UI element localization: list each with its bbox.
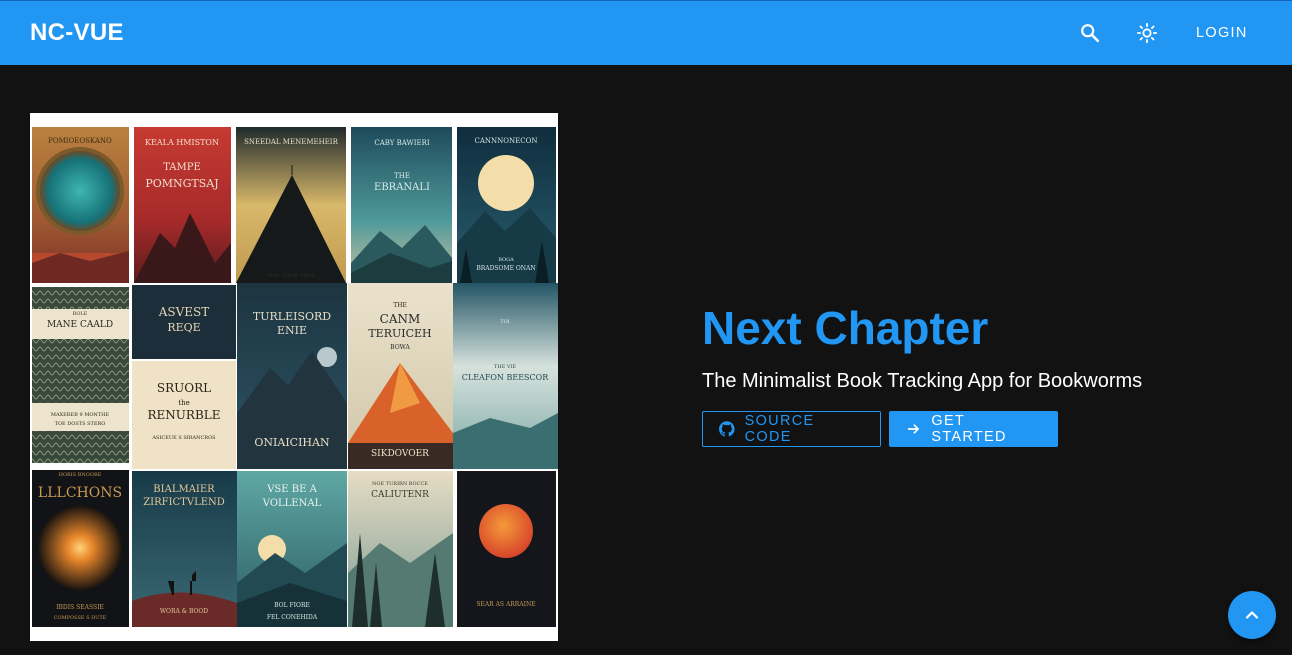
login-button[interactable]: LOGIN xyxy=(1184,17,1260,49)
book-cover-10: TOI THE VIE CLEAFON BEESCOR xyxy=(453,283,558,469)
book-cover-3: SNEEDAL MENEMEHEIR FOO. VIJOR. PREE xyxy=(236,127,346,283)
cover-9-title3: BOWA xyxy=(390,344,410,351)
book-cover-7: ASVEST REQE SRUORL the RENURBLE ASICEUE … xyxy=(132,285,236,469)
github-icon xyxy=(719,421,735,437)
hero-subtitle: The Minimalist Book Tracking App for Boo… xyxy=(702,370,1143,392)
cover-6-top: ROLE xyxy=(73,311,88,317)
cover-7-title2: REQE xyxy=(167,321,200,334)
cover-12-bottom: WORA & BOOD xyxy=(160,608,208,615)
cover-14-top: NOE TURIRN BOCCE xyxy=(372,481,428,487)
cover-13-bottom1: BOL FIORE xyxy=(274,602,310,609)
cover-11-bottom1: IBDIS SEASSIE xyxy=(56,604,104,611)
cover-10-title2: CLEAFON BEESCOR xyxy=(462,373,549,382)
cover-4-bottom: ALERBE PUTER LIOM xyxy=(372,269,431,275)
cover-1-top: POMIOEOSKANO xyxy=(48,137,112,145)
cover-3-top: SNEEDAL MENEMEHEIR xyxy=(244,138,338,146)
hero-section: Next Chapter The Minimalist Book Trackin… xyxy=(702,300,1142,447)
cover-13-title1: VSE BE A xyxy=(266,484,317,495)
book-covers-collage: POMIOEOSKANO KEALA HMISTON TAMPE POMNGTS… xyxy=(30,113,558,641)
cover-4-top: CABY BAWIERI xyxy=(374,139,430,147)
book-cover-15: SEAR AS ARRAINE xyxy=(457,471,556,627)
cover-7-title5: RENURBLE xyxy=(148,408,221,422)
cover-7-bottom: ASICEUE S SIRANCROS xyxy=(151,435,216,441)
book-covers-image: POMIOEOSKANO KEALA HMISTON TAMPE POMNGTS… xyxy=(32,127,558,627)
cover-7-title4: the xyxy=(178,399,189,407)
cover-6-title1: MANE CAALD xyxy=(47,320,113,330)
source-code-label: SOURCE CODE xyxy=(744,413,815,445)
get-started-button[interactable]: GET STARTED xyxy=(889,411,1058,447)
cover-12-title1: BIALMAIER xyxy=(153,484,215,495)
cover-11-top: HOBIS BNOORE xyxy=(59,472,102,478)
cover-11-bottom2: COMPOSSE S DUTE xyxy=(54,615,107,621)
book-cover-5: CANNNONECON BOGA BRADSOME ONAN xyxy=(457,127,556,283)
search-button[interactable] xyxy=(1074,17,1106,49)
cover-2-title2: POMNGTSAJ xyxy=(145,177,218,190)
cover-6-bottom1: MAXEREB 9 MONTHE xyxy=(51,412,110,418)
cover-4-title2: EBRANALI xyxy=(374,182,430,193)
cover-7-title1: ASVEST xyxy=(158,305,210,319)
scroll-to-top-button[interactable] xyxy=(1228,591,1276,639)
cover-3-bottom: FOO. VIJOR. PREE xyxy=(267,273,315,279)
cover-9-title2: TERUICEH xyxy=(368,327,431,340)
cover-10-title1: THE VIE xyxy=(494,364,517,370)
app-bar: NC-VUE LOGIN xyxy=(0,0,1292,65)
cover-15-bottom: SEAR AS ARRAINE xyxy=(476,601,535,608)
book-cover-11: HOBIS BNOORE LLLCHONS IBDIS SEASSIE COMP… xyxy=(32,470,129,627)
cover-13-title2: VOLLENAL xyxy=(262,498,322,509)
arrow-right-icon xyxy=(907,424,919,434)
cover-8-bottom: ONIAICIHAN xyxy=(254,436,330,449)
cover-9-title1: CANM xyxy=(380,312,421,326)
cover-6-bottom2: TOE DOSTS STERO xyxy=(55,421,106,427)
book-cover-14: NOE TURIRN BOCCE CALIUTENR xyxy=(348,471,453,627)
book-cover-1: POMIOEOSKANO xyxy=(32,127,129,283)
book-cover-13: VSE BE A VOLLENAL BOL FIORE FEL CONEHIDA xyxy=(237,471,347,627)
book-cover-6: ROLE MANE CAALD MAXEREB 9 MONTHE TOE DOS… xyxy=(32,287,129,463)
hero-actions: SOURCE CODE GET STARTED xyxy=(702,411,1142,447)
cover-7-title3: SRUORL xyxy=(157,381,211,395)
cover-9-bottom: SIKDOVOER xyxy=(371,449,429,459)
source-code-button[interactable]: SOURCE CODE xyxy=(702,411,881,447)
cover-8-title1: TURLEISORD xyxy=(253,310,331,323)
get-started-label: GET STARTED xyxy=(931,413,1007,445)
magnify-icon xyxy=(1081,24,1100,43)
cover-14-title1: CALIUTENR xyxy=(371,490,429,500)
cover-2-title1: TAMPE xyxy=(163,162,201,173)
cover-12-title2: ZIRFICTVLEND xyxy=(143,497,225,508)
chevron-up-icon xyxy=(1245,611,1259,619)
book-cover-2: KEALA HMISTON TAMPE POMNGTSAJ xyxy=(134,127,231,283)
cover-5-title1: BOGA xyxy=(498,257,514,263)
book-cover-8: TURLEISORD ENIE ONIAICIHAN xyxy=(237,283,347,469)
cover-9-top: THE xyxy=(393,302,407,309)
book-cover-4: CABY BAWIERI THE EBRANALI ALERBE PUTER L… xyxy=(351,127,452,283)
cover-13-bottom2: FEL CONEHIDA xyxy=(267,614,318,621)
cover-4-title1: THE xyxy=(394,172,410,180)
book-cover-9: THE CANM TERUICEH BOWA SIKDOVOER xyxy=(348,283,453,469)
hero-title: Next Chapter xyxy=(702,302,989,354)
cover-11-title1: LLLCHONS xyxy=(38,485,122,501)
app-brand[interactable]: NC-VUE xyxy=(30,19,124,47)
book-cover-12: BIALMAIER ZIRFICTVLEND WORA & BOOD xyxy=(132,471,237,627)
cover-10-top: TOI xyxy=(500,319,509,325)
cover-8-title2: ENIE xyxy=(277,324,307,337)
theme-toggle-button[interactable] xyxy=(1131,17,1163,49)
cover-2-top: KEALA HMISTON xyxy=(145,138,219,147)
cover-5-top: CANNNONECON xyxy=(475,137,538,145)
cover-5-title2: BRADSOME ONAN xyxy=(476,265,535,272)
brightness-icon xyxy=(1136,22,1158,44)
